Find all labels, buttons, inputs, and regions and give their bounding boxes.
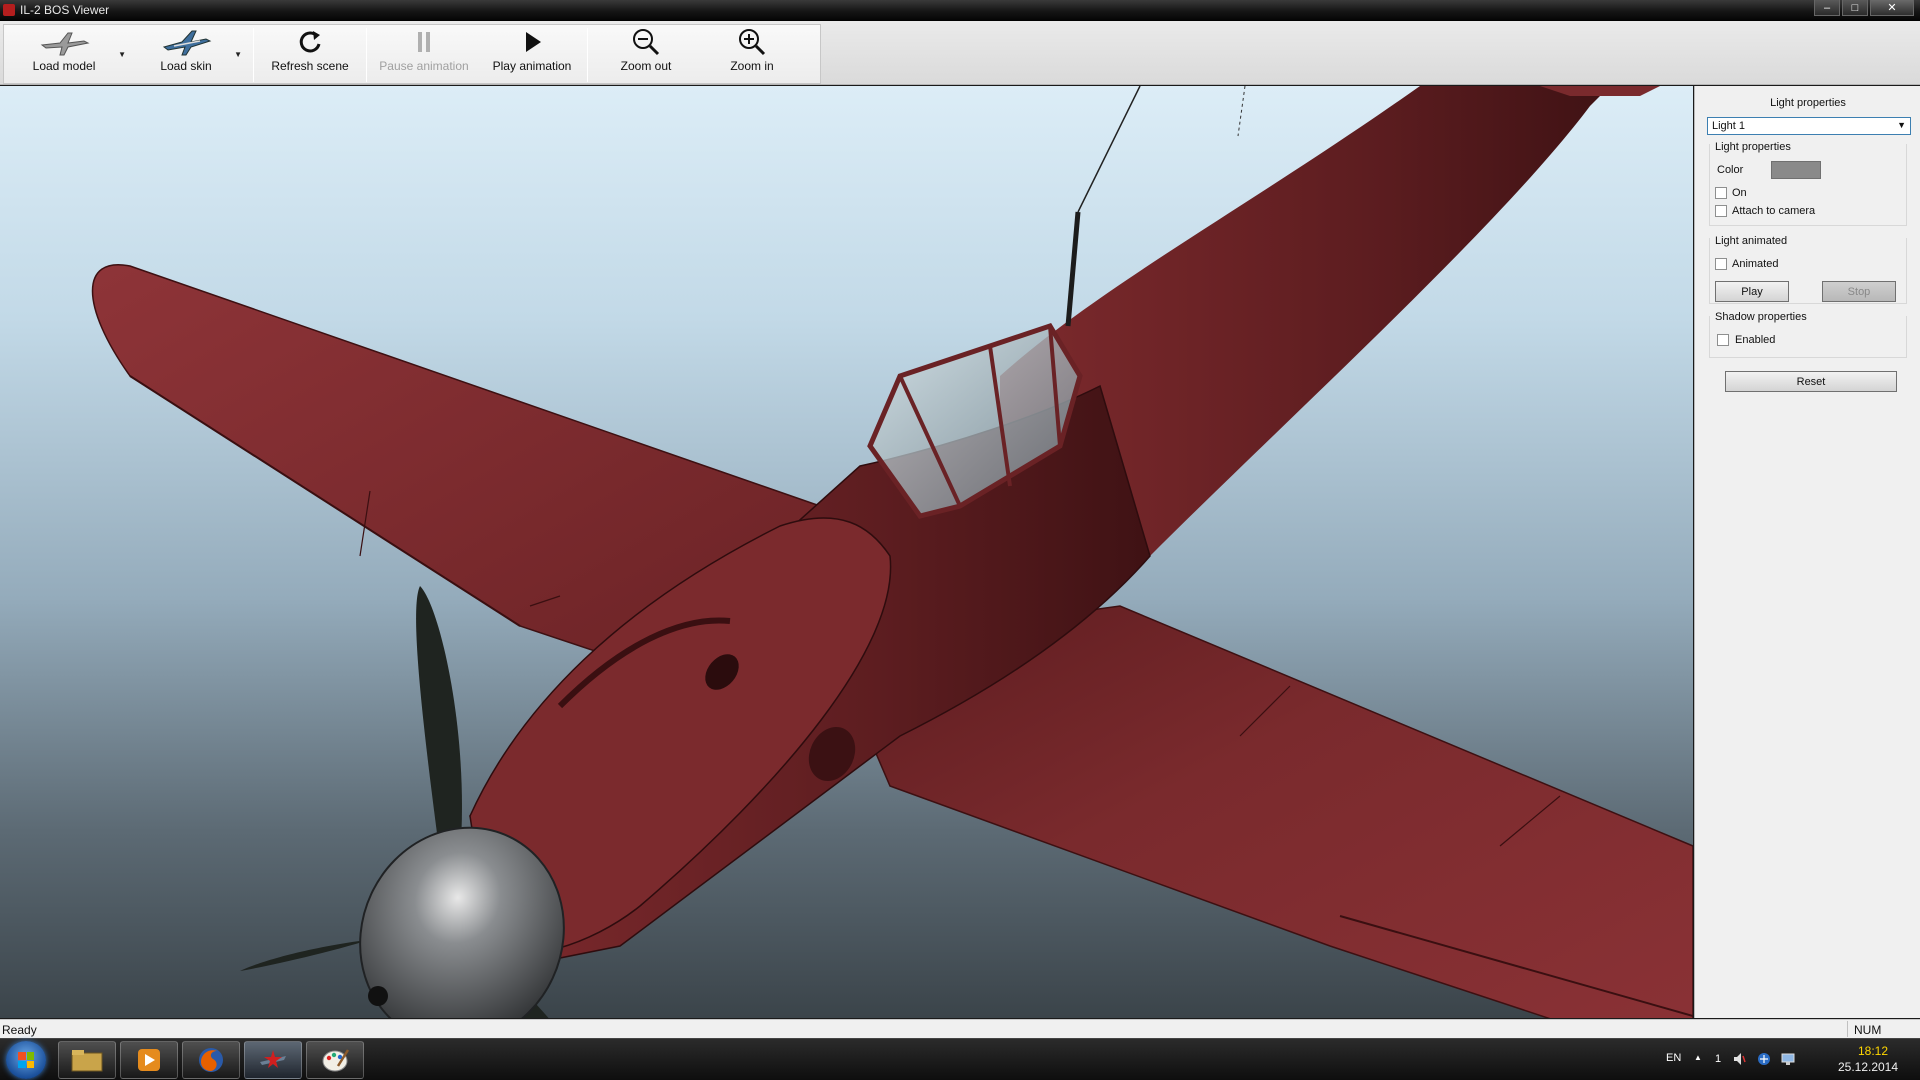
light-select[interactable]: Light 1 ▼ (1707, 117, 1911, 135)
load-skin-button[interactable]: Load skin ▼ (144, 25, 242, 83)
toolbar-separator (366, 28, 367, 82)
attach-to-camera-checkbox[interactable] (1715, 205, 1727, 217)
shadow-properties-group-title: Shadow properties (1715, 311, 1807, 323)
chevron-down-icon[interactable]: ▼ (234, 50, 242, 59)
folder-icon (71, 1050, 103, 1072)
load-skin-label: Load skin (160, 59, 212, 73)
title-bar: IL-2 BOS Viewer – □ ✕ (0, 0, 1920, 21)
on-checkbox[interactable] (1715, 187, 1727, 199)
media-player-taskbar-button[interactable] (120, 1041, 178, 1079)
color-label: Color (1717, 164, 1744, 176)
refresh-icon (295, 25, 325, 59)
shadow-enabled-checkbox[interactable] (1717, 334, 1729, 346)
il2-star-icon (260, 1050, 286, 1068)
firefox-icon (199, 1048, 223, 1072)
3d-viewport[interactable] (0, 86, 1693, 1018)
zoom-out-icon (630, 25, 662, 59)
paint-taskbar-button[interactable] (306, 1041, 364, 1079)
file-manager-taskbar-button[interactable] (58, 1041, 116, 1079)
animated-checkbox[interactable] (1715, 258, 1727, 270)
taskbar: EN ▲ 1 18:12 25.12.2014 (0, 1038, 1920, 1080)
status-text: Ready (2, 1023, 37, 1037)
pause-icon (409, 25, 439, 59)
antenna-mast (1065, 211, 1081, 327)
on-label: On (1732, 187, 1747, 199)
play-animation-button[interactable]: Play animation (482, 25, 582, 83)
media-player-icon (138, 1049, 160, 1071)
notification-count: 1 (1715, 1053, 1722, 1065)
pause-animation-label: Pause animation (379, 59, 469, 73)
reset-button[interactable]: Reset (1725, 371, 1897, 392)
language-indicator[interactable]: EN (1666, 1052, 1681, 1064)
animated-label: Animated (1732, 258, 1779, 270)
antenna-wire (1077, 86, 1141, 213)
play-animation-label: Play animation (492, 59, 572, 73)
chevron-down-icon: ▼ (1897, 120, 1906, 130)
light-properties-panel: Light properties Light 1 ▼ Light propert… (1694, 86, 1920, 1018)
display-icon[interactable] (1781, 1052, 1795, 1066)
stop-button[interactable]: Stop (1822, 281, 1896, 302)
il2-viewer-taskbar-button[interactable] (244, 1041, 302, 1079)
plane-icon (38, 25, 90, 59)
load-model-button[interactable]: Load model ▼ (16, 25, 126, 83)
light-select-value: Light 1 (1712, 120, 1746, 132)
toolbar-tools: Load model ▼ Load skin ▼ Refresh scene P… (3, 24, 821, 84)
paint-palette-icon (322, 1049, 350, 1072)
start-button[interactable] (6, 1041, 46, 1079)
zoom-in-label: Zoom in (730, 59, 774, 73)
window-controls: – □ ✕ (1814, 0, 1914, 17)
status-bar: Ready NUM (0, 1019, 1920, 1038)
num-lock-indicator: NUM (1854, 1023, 1882, 1037)
aircraft-render (91, 86, 1693, 1018)
skin-plane-icon (160, 25, 212, 59)
maximize-button[interactable]: □ (1842, 0, 1868, 16)
window-title: IL-2 BOS Viewer (20, 3, 110, 17)
panel-title: Light properties (1770, 97, 1846, 109)
windows-logo-icon (18, 1052, 34, 1068)
volume-icon[interactable] (1733, 1052, 1747, 1066)
minimize-button[interactable]: – (1814, 0, 1840, 16)
chevron-up-icon[interactable]: ▲ (1694, 1053, 1702, 1062)
spinner-tip (368, 986, 388, 1006)
pause-animation-button[interactable]: Pause animation (374, 25, 474, 83)
clock-time[interactable]: 18:12 (1838, 1043, 1908, 1059)
refresh-scene-button[interactable]: Refresh scene (262, 25, 358, 83)
play-button[interactable]: Play (1715, 281, 1789, 302)
propeller-blade-upper (416, 586, 462, 856)
color-swatch[interactable] (1771, 161, 1821, 179)
attach-to-camera-label: Attach to camera (1732, 205, 1816, 217)
network-icon[interactable] (1757, 1052, 1771, 1066)
load-model-label: Load model (32, 59, 96, 73)
zoom-in-button[interactable]: Zoom in (706, 25, 798, 83)
toolbar-separator (587, 28, 588, 82)
close-button[interactable]: ✕ (1870, 0, 1914, 16)
toolbar: Load model ▼ Load skin ▼ Refresh scene P… (0, 21, 1920, 85)
light-animated-group-title: Light animated (1715, 235, 1788, 247)
firefox-taskbar-button[interactable] (182, 1041, 240, 1079)
zoom-out-button[interactable]: Zoom out (600, 25, 692, 83)
chevron-down-icon[interactable]: ▼ (118, 50, 126, 59)
antenna-wire (1237, 86, 1246, 137)
clock-date[interactable]: 25.12.2014 (1828, 1059, 1908, 1075)
toolbar-separator (253, 28, 254, 82)
app-icon (3, 4, 15, 16)
light-properties-group-title: Light properties (1715, 141, 1791, 153)
zoom-out-label: Zoom out (620, 59, 672, 73)
play-icon (517, 25, 547, 59)
status-separator (1847, 1021, 1848, 1037)
refresh-scene-label: Refresh scene (271, 59, 349, 73)
shadow-enabled-label: Enabled (1735, 334, 1776, 346)
zoom-in-icon (736, 25, 768, 59)
